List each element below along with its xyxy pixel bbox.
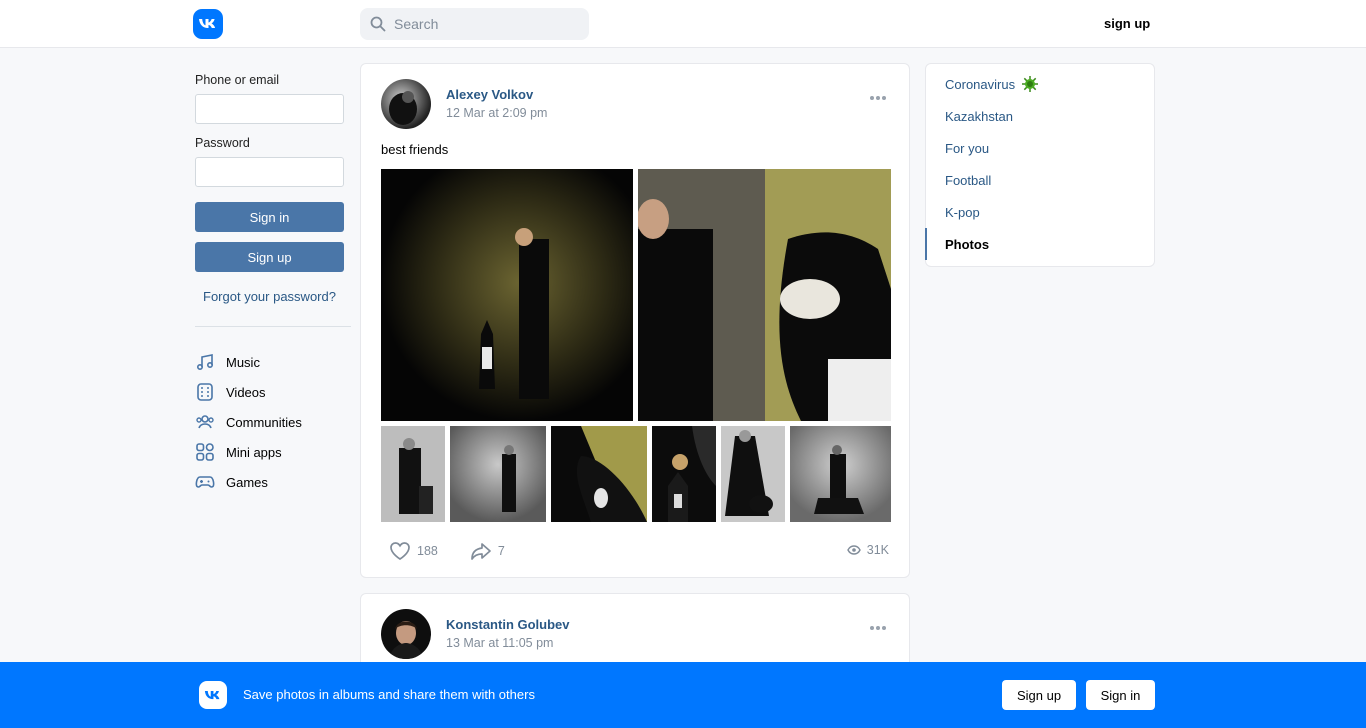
nav-item-games[interactable]: Games	[195, 467, 351, 497]
banner-signin-button[interactable]: Sign in	[1086, 680, 1155, 710]
phone-label: Phone or email	[195, 73, 280, 87]
nav-item-label: Communities	[226, 414, 302, 430]
avatar-image	[381, 609, 431, 659]
post-menu-button[interactable]	[869, 89, 887, 104]
topic-football[interactable]: Football	[926, 164, 1154, 196]
vk-logo-icon	[204, 690, 220, 699]
signin-button[interactable]: Sign in	[195, 202, 344, 232]
topic-kazakhstan[interactable]: Kazakhstan	[926, 100, 1154, 132]
topic-label: K-pop	[945, 204, 980, 220]
nav-item-mini-apps[interactable]: Mini apps	[195, 437, 351, 467]
password-label: Password	[195, 136, 250, 150]
vk-logo-icon	[199, 19, 216, 28]
topic-label: Photos	[945, 236, 990, 252]
topic-coronavirus[interactable]: Coronavirus	[926, 68, 1154, 100]
post-time[interactable]: 13 Mar at 11:05 pm	[446, 636, 553, 650]
nav-item-videos[interactable]: Videos	[195, 377, 351, 407]
nav-item-communities[interactable]: Communities	[195, 407, 351, 437]
password-field[interactable]	[195, 157, 344, 187]
vk-logo[interactable]	[193, 9, 223, 39]
banner-text: Save photos in albums and share them wit…	[243, 687, 535, 702]
search-box[interactable]: Search	[360, 8, 589, 40]
post-thumbnail[interactable]	[790, 426, 891, 522]
post-thumbnail[interactable]	[381, 426, 445, 522]
post-thumbnail[interactable]	[721, 426, 785, 522]
nav-item-music[interactable]: Music	[195, 347, 351, 377]
topic-label: For you	[945, 140, 990, 156]
topic-label: Kazakhstan	[945, 108, 1013, 124]
search-icon	[370, 16, 386, 32]
video-icon	[197, 383, 213, 401]
left-column: Phone or email Password Sign in Sign up …	[195, 63, 351, 497]
like-count: 188	[417, 544, 438, 558]
eye-icon	[846, 545, 861, 555]
post-time[interactable]: 12 Mar at 2:09 pm	[446, 106, 547, 120]
topic-kpop[interactable]: K-pop	[926, 196, 1154, 228]
nav-item-label: Mini apps	[226, 444, 282, 460]
author-avatar[interactable]	[381, 609, 431, 659]
communities-icon	[196, 415, 214, 429]
post-photo[interactable]	[638, 169, 891, 421]
topic-photos[interactable]: Photos	[925, 228, 1154, 260]
share-button[interactable]: 7	[470, 541, 505, 561]
nav-item-label: Videos	[226, 384, 266, 400]
signup-button[interactable]: Sign up	[195, 242, 344, 272]
banner-logo	[199, 681, 227, 709]
banner-signup-button[interactable]: Sign up	[1002, 680, 1076, 710]
music-icon	[196, 354, 214, 371]
post-photo[interactable]	[381, 169, 633, 421]
post-thumbnail[interactable]	[551, 426, 647, 522]
forgot-password-link[interactable]: Forgot your password?	[195, 289, 344, 304]
post-author[interactable]: Alexey Volkov	[446, 87, 533, 102]
avatar-image	[381, 79, 431, 129]
gamepad-icon	[195, 476, 215, 488]
phone-email-field[interactable]	[195, 94, 344, 124]
author-avatar[interactable]	[381, 79, 431, 129]
topic-for-you[interactable]: For you	[926, 132, 1154, 164]
top-bar: Search sign up	[0, 0, 1366, 48]
post-actions: 188 7	[389, 541, 537, 561]
share-count: 7	[497, 544, 505, 558]
post-menu-button[interactable]	[869, 619, 887, 634]
nav-item-label: Games	[226, 474, 268, 490]
topic-label: Football	[945, 172, 992, 188]
search-placeholder: Search	[394, 16, 439, 32]
header-signup-link[interactable]: sign up	[1104, 16, 1150, 31]
more-icon	[870, 626, 886, 630]
post-thumbnail[interactable]	[652, 426, 716, 522]
post-card: Alexey Volkov 12 Mar at 2:09 pm best fri…	[360, 63, 910, 578]
topics-menu: Coronavirus Kazakhstan For you Football …	[925, 63, 1155, 267]
more-icon	[870, 96, 886, 100]
bottom-banner: Save photos in albums and share them wit…	[0, 662, 1366, 728]
topic-label: Coronavirus	[945, 76, 1016, 92]
nav-item-label: Music	[226, 354, 260, 370]
post-views: 31K	[846, 543, 889, 557]
side-nav: Music Videos Communities Mini apps Games	[195, 347, 351, 497]
post-thumbnail[interactable]	[450, 426, 546, 522]
mini-apps-icon	[196, 443, 214, 461]
divider	[195, 326, 351, 327]
share-icon	[471, 543, 491, 560]
heart-icon	[390, 542, 410, 560]
post-text: best friends	[381, 142, 449, 157]
view-count: 31K	[866, 543, 889, 557]
virus-icon	[1022, 76, 1039, 92]
post-author[interactable]: Konstantin Golubev	[446, 617, 570, 632]
like-button[interactable]: 188	[389, 541, 438, 561]
